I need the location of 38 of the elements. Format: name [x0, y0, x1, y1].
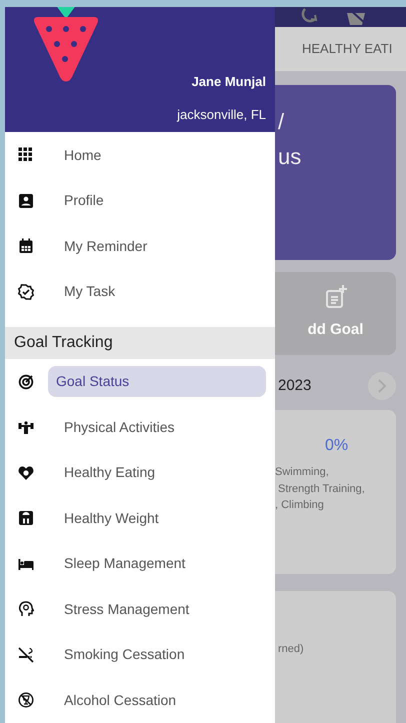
menu-item[interactable]: Goal Status — [48, 366, 266, 398]
next-button[interactable] — [368, 372, 396, 400]
head-icon — [18, 601, 34, 618]
menu-item[interactable]: Healthy Eating — [56, 457, 164, 488]
person-card-icon — [18, 192, 34, 209]
card-text: rned) — [278, 642, 305, 657]
chevron-right-icon — [377, 379, 387, 393]
grid-icon — [18, 147, 34, 164]
menu-item[interactable]: Sleep Management — [56, 548, 194, 580]
calendar-icon — [18, 238, 34, 254]
check-badge-icon — [18, 284, 34, 300]
menu-item[interactable]: Physical Activities — [56, 412, 182, 443]
banner-text: / — [278, 108, 286, 136]
target-icon — [18, 374, 34, 390]
heart-apple-icon — [18, 464, 34, 481]
menu-item[interactable]: Healthy Weight — [56, 502, 167, 534]
activity-text: Swimming, — [275, 465, 330, 480]
menu-item[interactable]: Home — [56, 140, 110, 171]
tab[interactable]: HEALTHY EATI — [275, 27, 406, 71]
menu-item[interactable]: Smoking Cessation — [56, 639, 193, 670]
section-header: Goal Tracking — [5, 327, 275, 360]
menu-item[interactable]: Stress Management — [56, 594, 198, 625]
dumbbell-icon — [18, 419, 34, 436]
user-location: jacksonville, FL — [177, 106, 266, 124]
activity-text: , Climbing — [275, 498, 325, 513]
menu-item[interactable]: My Task — [56, 276, 124, 308]
date-text: 2023 — [278, 376, 312, 396]
menu-item[interactable]: Alcohol Cessation — [56, 684, 184, 716]
activity-text: Strength Training, — [277, 482, 366, 496]
menu-item[interactable]: My Reminder — [56, 230, 156, 262]
banner-text: us — [278, 143, 302, 171]
scale-icon — [18, 510, 34, 526]
no-smoking-icon — [18, 646, 34, 663]
user-name: Jane Munjal — [192, 73, 266, 92]
menu-item[interactable]: Profile — [56, 185, 112, 216]
no-alcohol-icon — [18, 692, 34, 708]
progress-percent: 0% — [324, 436, 350, 456]
add-note-icon — [324, 284, 346, 308]
